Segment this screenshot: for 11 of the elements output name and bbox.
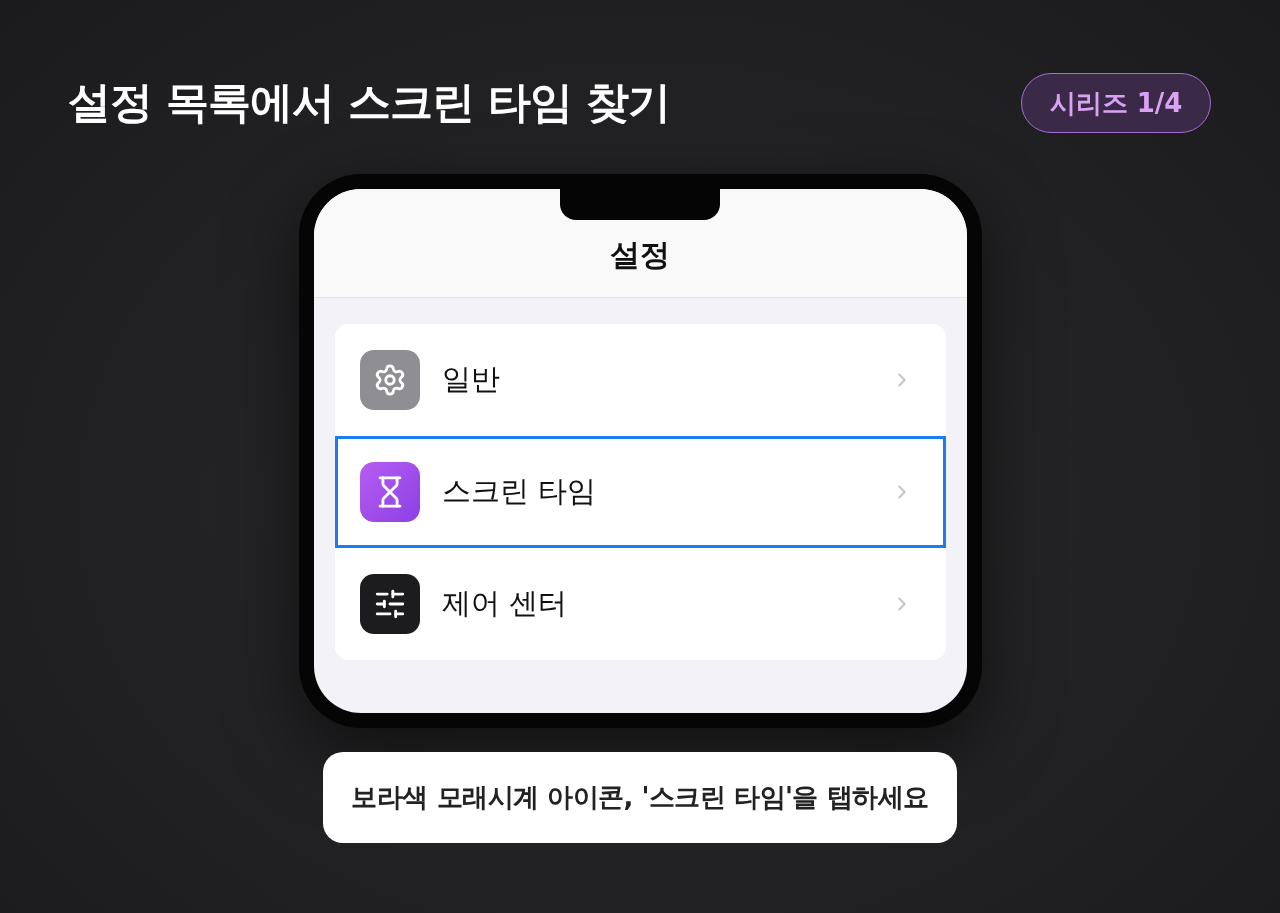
page-title: 설정 목록에서 스크린 타임 찾기 <box>68 76 670 129</box>
instruction-text: 보라색 모래시계 아이콘, '스크린 타임'을 탭하세요 <box>351 781 929 814</box>
settings-label: 스크린 타임 <box>441 473 597 510</box>
series-badge: 시리즈 1/4 <box>1021 73 1211 133</box>
settings-row[interactable]: 스크린 타임 <box>334 436 946 548</box>
settings-label: 일반 <box>441 361 501 398</box>
nav-title: 설정 <box>610 235 670 274</box>
hourglass-icon <box>359 462 420 522</box>
gear-icon <box>359 350 420 410</box>
settings-label: 제어 센터 <box>441 585 568 622</box>
sliders-icon <box>359 574 420 634</box>
